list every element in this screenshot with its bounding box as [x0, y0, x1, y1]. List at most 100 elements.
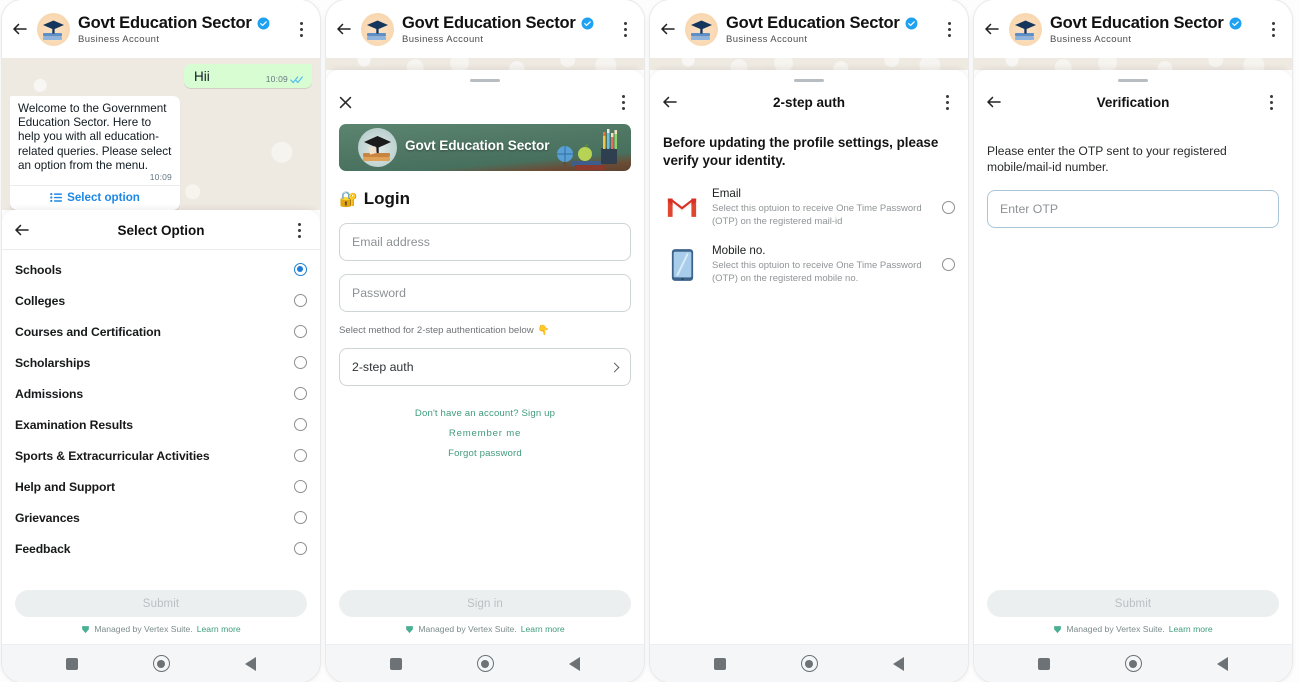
two-step-auth-select[interactable]: 2-step auth	[339, 348, 631, 386]
kebab-menu-icon[interactable]	[941, 20, 957, 38]
kebab-menu-icon[interactable]	[291, 221, 307, 239]
managed-by-footer: Managed by Vertex Suite. Learn more	[987, 617, 1279, 640]
gmail-icon	[663, 189, 701, 227]
android-nav-bar	[326, 644, 644, 682]
header-subtitle: Business Account	[726, 33, 808, 45]
list-item[interactable]: Courses and Certification	[15, 316, 307, 347]
triangle-back-icon[interactable]	[893, 656, 905, 671]
radio-button[interactable]	[294, 480, 307, 493]
triangle-back-icon[interactable]	[245, 656, 257, 671]
radio-button[interactable]	[942, 201, 955, 214]
android-nav-bar	[974, 644, 1292, 682]
list-item[interactable]: Grievances	[15, 502, 307, 533]
circle-home-icon[interactable]	[152, 655, 170, 672]
select-option-button[interactable]: Select option	[10, 185, 180, 210]
list-item[interactable]: Sports & Extracurricular Activities	[15, 440, 307, 471]
back-arrow-icon[interactable]	[335, 20, 353, 38]
password-field[interactable]: Password	[339, 274, 631, 312]
radio-button[interactable]	[294, 263, 307, 276]
avatar[interactable]	[685, 12, 718, 46]
phone-panel-2: Govt Education Sector Business Account G…	[326, 0, 644, 682]
circle-home-icon[interactable]	[476, 655, 494, 672]
close-x-icon[interactable]	[337, 94, 354, 111]
list-item[interactable]: Scholarships	[15, 347, 307, 378]
sheet-topbar	[326, 82, 644, 122]
circle-home-icon[interactable]	[1124, 655, 1142, 672]
learn-more-link[interactable]: Learn more	[521, 624, 565, 634]
avatar[interactable]	[37, 12, 70, 46]
radio-button[interactable]	[294, 387, 307, 400]
option-label: Schools	[15, 262, 62, 277]
header-text-block: Govt Education Sector Business Account	[402, 14, 609, 45]
radio-button[interactable]	[942, 258, 955, 271]
radio-button[interactable]	[294, 294, 307, 307]
incoming-message-text: Welcome to the Government Education Sect…	[18, 102, 172, 172]
shield-icon	[1054, 625, 1062, 633]
sign-in-button[interactable]: Sign in	[339, 590, 631, 617]
back-arrow-icon[interactable]	[661, 93, 679, 111]
kebab-menu-icon[interactable]	[1263, 93, 1279, 111]
android-nav-bar	[2, 644, 320, 682]
verification-sheet: Verification Please enter the OTP sent t…	[974, 70, 1292, 682]
header-text-block: Govt Education Sector Business Account	[1050, 14, 1257, 45]
shield-icon	[406, 625, 414, 633]
list-item[interactable]: Schools	[15, 254, 307, 285]
submit-button[interactable]: Submit	[15, 590, 307, 617]
list-item[interactable]: Examination Results	[15, 409, 307, 440]
square-recents-icon[interactable]	[1037, 657, 1050, 670]
circle-home-icon[interactable]	[800, 655, 818, 672]
list-item[interactable]: Feedback	[15, 533, 307, 564]
list-item[interactable]: Colleges	[15, 285, 307, 316]
otp-input[interactable]: Enter OTP	[987, 189, 1279, 228]
incoming-message-bubble: Welcome to the Government Education Sect…	[10, 96, 180, 210]
double-check-read-icon	[290, 75, 304, 83]
back-arrow-icon[interactable]	[985, 93, 1003, 111]
learn-more-link[interactable]: Learn more	[197, 624, 241, 634]
kebab-menu-icon[interactable]	[939, 93, 955, 111]
login-sheet: Govt Education Sector 🔐 Login Email addr…	[326, 70, 644, 682]
back-arrow-icon[interactable]	[659, 20, 677, 38]
auth-method-mobile[interactable]: Mobile no. Select this optuion to receiv…	[663, 244, 955, 285]
kebab-menu-icon[interactable]	[617, 20, 633, 38]
phone-panel-4: Govt Education Sector Business Account V…	[974, 0, 1292, 682]
avatar[interactable]	[361, 12, 394, 46]
page-title: Govt Education Sector	[78, 13, 252, 32]
radio-button[interactable]	[294, 325, 307, 338]
radio-button[interactable]	[294, 511, 307, 524]
chat-area-strip	[326, 58, 644, 70]
auth-method-email[interactable]: Email Select this optuion to receive One…	[663, 187, 955, 228]
radio-button[interactable]	[294, 449, 307, 462]
square-recents-icon[interactable]	[713, 657, 726, 670]
phone-panel-1: Govt Education Sector Business Account H…	[2, 0, 320, 682]
square-recents-icon[interactable]	[389, 657, 402, 670]
kebab-menu-icon[interactable]	[293, 20, 309, 38]
learn-more-link[interactable]: Learn more	[1169, 624, 1213, 634]
sheet-body: Please enter the OTP sent to your regist…	[974, 122, 1292, 590]
radio-button[interactable]	[294, 542, 307, 555]
banner-avatar-icon	[358, 128, 397, 167]
radio-button[interactable]	[294, 418, 307, 431]
kebab-menu-icon[interactable]	[615, 93, 631, 111]
triangle-back-icon[interactable]	[1217, 656, 1229, 671]
submit-button[interactable]: Submit	[987, 590, 1279, 617]
back-arrow-icon[interactable]	[11, 20, 29, 38]
list-item[interactable]: Help and Support	[15, 471, 307, 502]
chat-area: Hii 10:09 Welcome to the Government Educ…	[2, 58, 320, 210]
select-option-sheet: Select Option Schools Colleges Courses a…	[2, 210, 320, 682]
list-item[interactable]: Admissions	[15, 378, 307, 409]
back-arrow-icon[interactable]	[13, 221, 31, 239]
brand-banner: Govt Education Sector	[339, 124, 631, 171]
triangle-back-icon[interactable]	[569, 656, 581, 671]
sheet-title: Select Option	[117, 222, 205, 238]
remember-me-link[interactable]: Remember me	[339, 428, 631, 439]
select-option-label: Select option	[67, 191, 140, 205]
managed-by-footer: Managed by Vertex Suite. Learn more	[339, 617, 631, 640]
signup-link[interactable]: Don't have an account? Sign up	[339, 408, 631, 419]
avatar[interactable]	[1009, 12, 1042, 46]
radio-button[interactable]	[294, 356, 307, 369]
kebab-menu-icon[interactable]	[1265, 20, 1281, 38]
back-arrow-icon[interactable]	[983, 20, 1001, 38]
square-recents-icon[interactable]	[65, 657, 78, 670]
email-field[interactable]: Email address	[339, 223, 631, 261]
forgot-password-link[interactable]: Forgot password	[339, 448, 631, 459]
